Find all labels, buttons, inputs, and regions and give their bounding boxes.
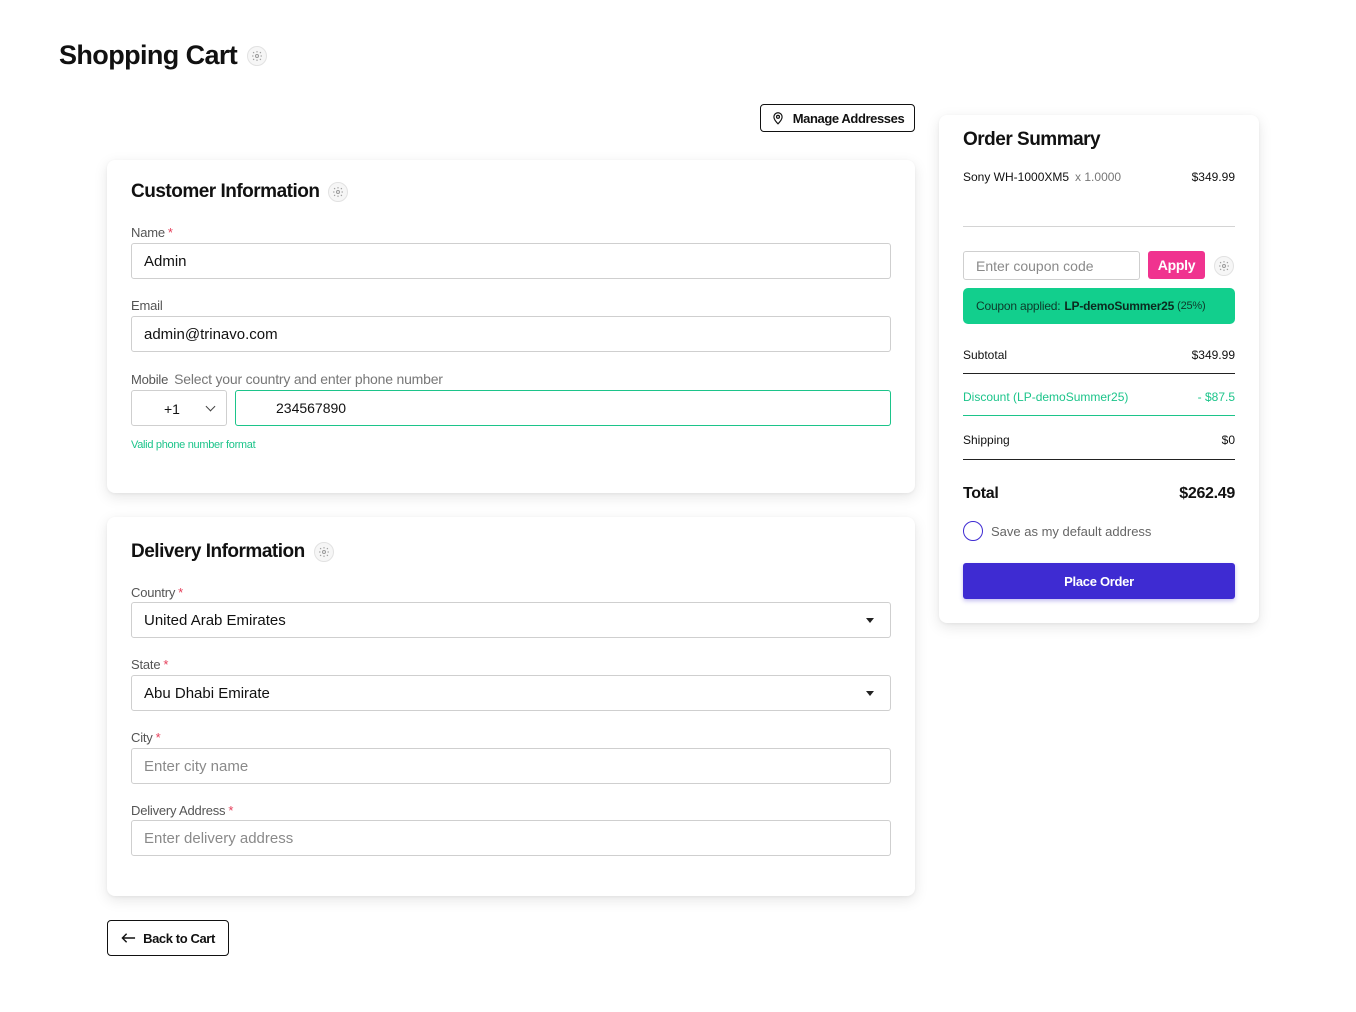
subtotal-row: Subtotal $349.99 [963, 348, 1235, 362]
delivery-address-label-text: Delivery Address [131, 803, 226, 818]
cart-item-name-group: Sony WH-1000XM5 x 1.0000 [963, 170, 1121, 184]
delivery-information-card: Delivery Information Country * United Ara… [107, 517, 915, 896]
cart-item-name: Sony WH-1000XM5 [963, 170, 1070, 184]
name-input[interactable] [131, 243, 891, 279]
state-label-text: State [131, 657, 161, 672]
order-summary-title: Order Summary [963, 129, 1101, 150]
mobile-label-text: Mobile [131, 372, 169, 387]
shipping-label: Shipping [963, 433, 1010, 447]
page-title: Shopping Cart [59, 40, 268, 71]
state-select[interactable]: Abu Dhabi Emirate [131, 675, 891, 711]
page-title-text: Shopping Cart [59, 40, 238, 70]
default-address-checkbox[interactable] [963, 521, 983, 541]
arrow-left-icon [121, 933, 136, 943]
email-input[interactable] [131, 316, 891, 352]
order-summary-card: Order Summary Sony WH-1000XM5 x 1.0000 $3… [939, 115, 1259, 623]
chevron-down-icon [205, 401, 216, 412]
country-dial-code-select[interactable]: +1 [131, 390, 227, 426]
total-row: Total $262.49 [963, 485, 1235, 503]
customer-settings-gear-icon[interactable] [328, 182, 349, 202]
divider [963, 459, 1235, 460]
coupon-settings-gear-icon[interactable] [1214, 256, 1234, 276]
caret-down-icon [866, 618, 874, 623]
discount-label: Discount (LP-demoSummer25) [963, 390, 1129, 404]
total-value: $262.49 [1179, 485, 1235, 502]
country-label-text: Country [131, 585, 176, 600]
default-address-checkbox-row[interactable]: Save as my default address [963, 521, 1151, 541]
city-label: City * [131, 730, 161, 745]
phone-number-value: 234567890 [276, 400, 347, 416]
coupon-applied-banner: Coupon applied: LP-demoSummer25 (25%) [963, 288, 1235, 324]
delivery-address-label: Delivery Address * [131, 803, 233, 818]
default-address-label: Save as my default address [991, 523, 1152, 539]
phone-validation-message: Valid phone number format [131, 439, 256, 451]
manage-addresses-button[interactable]: Manage Addresses [760, 104, 915, 132]
place-order-button[interactable]: Place Order [963, 563, 1235, 599]
divider [963, 415, 1235, 416]
city-label-text: City [131, 730, 153, 745]
state-label: State * [131, 657, 168, 672]
cart-item-qty: x 1.0000 [1075, 170, 1122, 184]
back-to-cart-label: Back to Cart [143, 930, 215, 946]
shipping-row: Shipping $0 [963, 433, 1235, 447]
country-label: Country * [131, 585, 183, 600]
customer-information-card: Customer Information Name* Email Mobile S… [107, 160, 915, 493]
country-value: United Arab Emirates [144, 611, 286, 629]
phone-number-input[interactable]: 234567890 [235, 390, 891, 426]
shipping-value: $0 [1221, 433, 1235, 447]
coupon-applied-code: LP-demoSummer25 [1064, 299, 1175, 313]
discount-value: - $87.5 [1197, 390, 1235, 404]
coupon-applied-percent: (25%) [1177, 300, 1206, 312]
delivery-information-title: Delivery Information [131, 541, 334, 563]
total-label: Total [963, 485, 999, 502]
apply-coupon-button[interactable]: Apply [1148, 251, 1205, 279]
settings-gear-icon[interactable] [247, 45, 268, 66]
country-select[interactable]: United Arab Emirates [131, 602, 891, 638]
mobile-label: Mobile Select your country and enter phon… [131, 371, 443, 387]
coupon-applied-prefix: Coupon applied: [976, 299, 1061, 313]
coupon-code-input[interactable] [963, 251, 1140, 280]
name-label-text: Name [131, 225, 165, 240]
city-input[interactable] [131, 748, 891, 784]
email-label: Email [131, 298, 163, 313]
customer-information-title-text: Customer Information [131, 181, 320, 202]
required-mark: * [155, 730, 161, 745]
dial-code-value: +1 [164, 401, 180, 417]
subtotal-value: $349.99 [1191, 348, 1235, 362]
divider [963, 226, 1235, 227]
required-mark: * [167, 225, 173, 240]
delivery-address-input[interactable] [131, 820, 891, 856]
discount-row: Discount (LP-demoSummer25) - $87.5 [963, 390, 1235, 404]
cart-item-row: Sony WH-1000XM5 x 1.0000 $349.99 [963, 170, 1235, 184]
manage-addresses-label: Manage Addresses [792, 110, 905, 126]
delivery-information-title-text: Delivery Information [131, 541, 305, 562]
subtotal-label: Subtotal [963, 348, 1008, 362]
mobile-hint: Select your country and enter phone numb… [174, 371, 443, 387]
divider [963, 373, 1235, 374]
back-to-cart-button[interactable]: Back to Cart [107, 920, 229, 956]
caret-down-icon [866, 691, 874, 696]
location-pin-icon [773, 112, 783, 125]
name-label: Name * [131, 225, 173, 240]
customer-information-title: Customer Information [131, 181, 349, 203]
state-value: Abu Dhabi Emirate [144, 684, 270, 702]
required-mark: * [163, 657, 169, 672]
cart-item-price: $349.99 [1191, 170, 1235, 184]
delivery-settings-gear-icon[interactable] [313, 542, 334, 562]
required-mark: * [178, 585, 183, 600]
required-mark: * [228, 803, 234, 818]
